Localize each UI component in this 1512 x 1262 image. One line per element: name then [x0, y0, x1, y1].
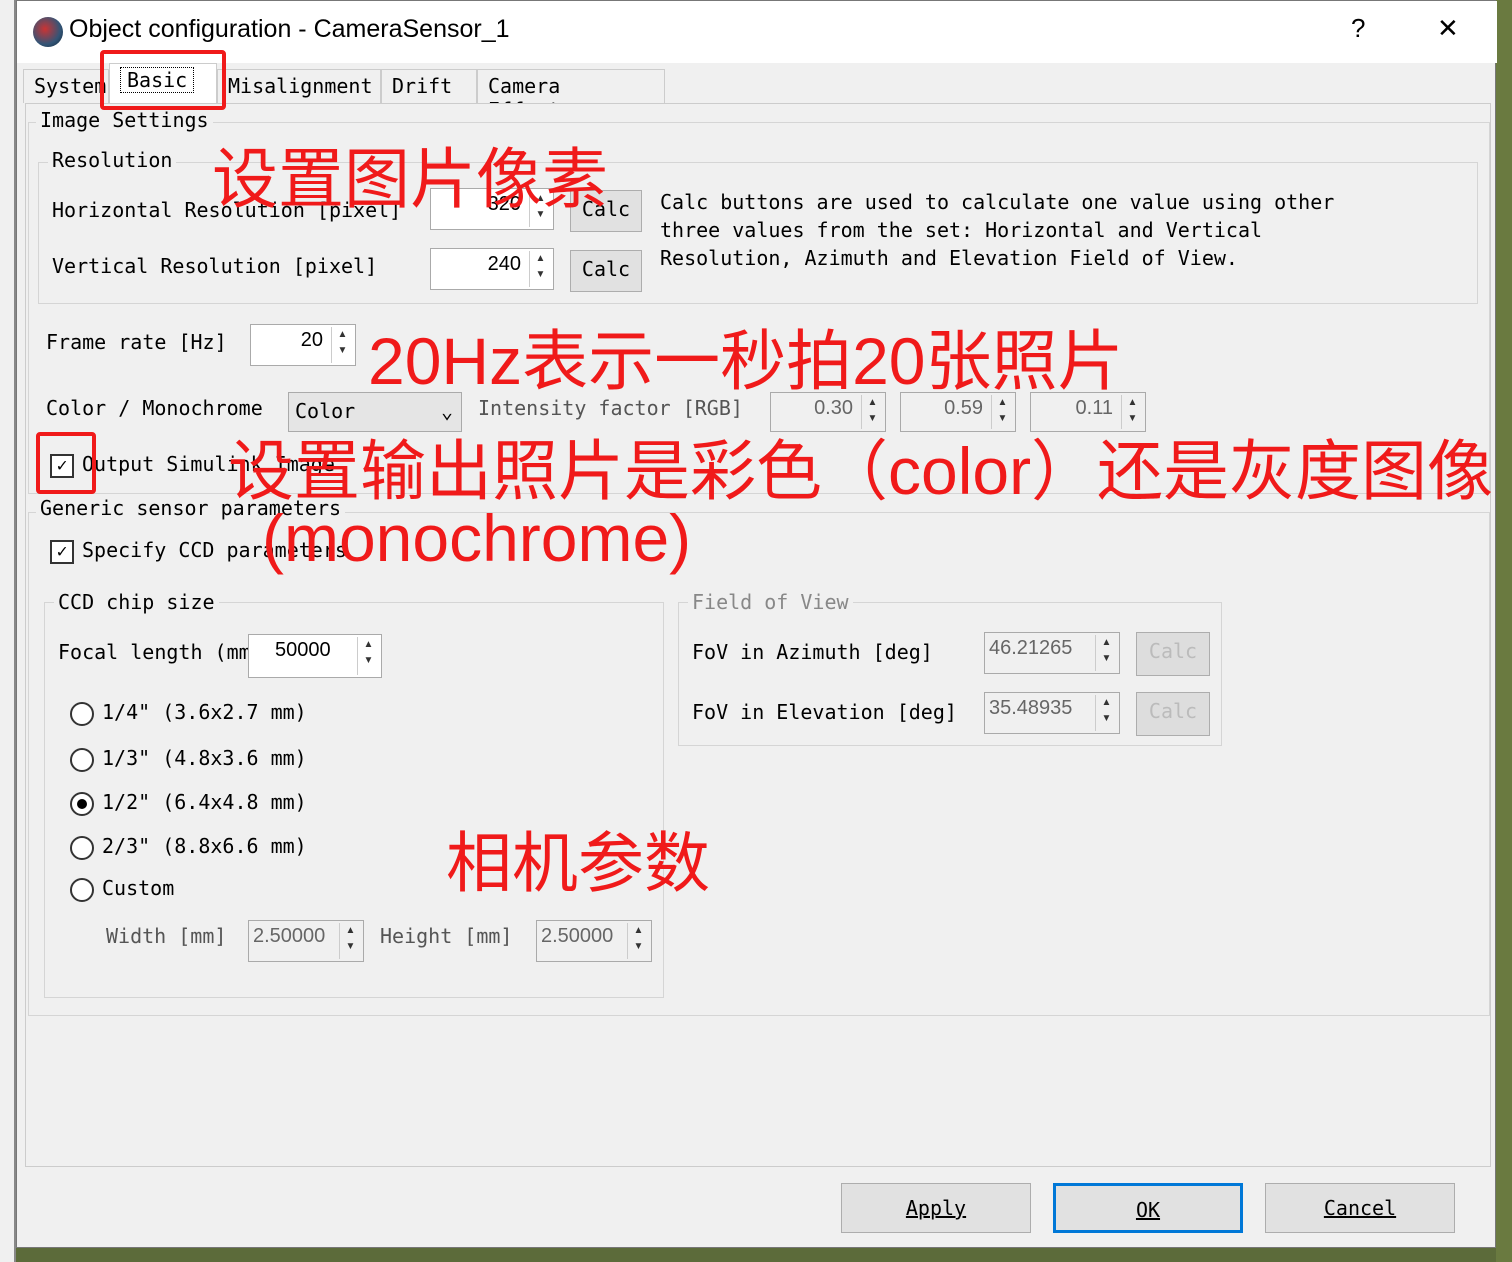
calc-help-text: Calc buttons are used to calculate one v… [660, 190, 1335, 270]
fov-elevation-input[interactable]: 35.48935 ▲ ▼ [984, 692, 1120, 734]
radio-half-inch[interactable] [70, 792, 94, 816]
v-resolution-value: 240 [487, 253, 521, 275]
spinner-arrows-icon[interactable]: ▲ ▼ [627, 923, 649, 959]
spinner-arrows-icon[interactable]: ▲ ▼ [1095, 635, 1117, 671]
radio-label: 2/3" (8.8x6.6 mm) [102, 834, 307, 858]
radio-two-thirds-inch[interactable] [70, 836, 94, 860]
tab-system[interactable]: System [23, 69, 109, 103]
annotation-camera-params: 相机参数 [446, 826, 710, 900]
apply-button[interactable]: Apply [841, 1183, 1031, 1233]
window-title: Object configuration - CameraSensor_1 [69, 15, 510, 43]
close-button[interactable]: ✕ [1437, 13, 1459, 44]
tab-misalignment[interactable]: Misalignment [217, 69, 381, 103]
width-value: 2.50000 [253, 925, 326, 947]
v-calc-button[interactable]: Calc [570, 250, 642, 292]
width-input[interactable]: 2.50000 ▲ ▼ [248, 920, 364, 962]
image-settings-label: Image Settings [36, 108, 213, 132]
v-resolution-label: Vertical Resolution [pixel] [52, 254, 378, 278]
tab-camera-effects[interactable]: Camera Effects [477, 69, 665, 122]
height-value: 2.50000 [541, 925, 614, 947]
frame-rate-input[interactable]: 20 ▲ ▼ [250, 324, 356, 366]
color-mono-label: Color / Monochrome [46, 396, 263, 420]
focal-length-value: 50000 [275, 639, 331, 661]
spinner-arrows-icon[interactable]: ▲ ▼ [357, 637, 379, 675]
specify-ccd-checkbox[interactable]: ✓ [50, 540, 74, 564]
frame-rate-label: Frame rate [Hz] [46, 330, 227, 354]
cancel-button[interactable]: Cancel [1265, 1183, 1455, 1233]
annotation-frame-rate: 20Hz表示一秒拍20张照片 [368, 324, 1124, 398]
v-resolution-input[interactable]: 240 ▲ ▼ [430, 248, 554, 290]
radio-label: 1/3" (4.8x3.6 mm) [102, 746, 307, 770]
fov-azimuth-value: 46.21265 [989, 637, 1073, 659]
resolution-label: Resolution [48, 148, 177, 172]
width-label: Width [mm] [106, 924, 227, 948]
frame-rate-value: 20 [300, 329, 323, 351]
height-label: Height [mm] [380, 924, 513, 948]
fov-azimuth-input[interactable]: 46.21265 ▲ ▼ [984, 632, 1120, 674]
spinner-arrows-icon[interactable]: ▲ ▼ [331, 327, 353, 363]
focal-length-input[interactable]: 50000 ▲ ▼ [248, 634, 382, 678]
basic-panel: Image Settings Resolution Horizontal Res… [25, 103, 1491, 1167]
fov-label: Field of View [688, 590, 853, 614]
fov-azimuth-calc-button[interactable]: Calc [1136, 632, 1210, 676]
help-button[interactable]: ? [1351, 13, 1365, 44]
radio-label: Custom [102, 876, 175, 900]
annotation-resolution: 设置图片像素 [212, 142, 608, 216]
annotation-box-basic-tab [100, 50, 226, 110]
height-input[interactable]: 2.50000 ▲ ▼ [536, 920, 652, 962]
background-window [0, 0, 16, 1262]
spinner-arrows-icon[interactable]: ▲ ▼ [529, 251, 551, 287]
background-scene [1496, 0, 1512, 1262]
fov-elevation-label: FoV in Elevation [deg] [692, 700, 957, 724]
tab-drift[interactable]: Drift [381, 69, 477, 103]
app-icon [33, 17, 63, 47]
fov-elevation-value: 35.48935 [989, 697, 1073, 719]
annotation-monochrome: (monochrome) [262, 501, 692, 575]
radio-quarter-inch[interactable] [70, 702, 94, 726]
annotation-box-output-checkbox [36, 432, 96, 494]
fov-azimuth-label: FoV in Azimuth [deg] [692, 640, 933, 664]
radio-custom[interactable] [70, 878, 94, 902]
spinner-arrows-icon[interactable]: ▲ ▼ [339, 923, 361, 959]
ok-button[interactable]: OK [1053, 1183, 1243, 1233]
ccd-chip-label: CCD chip size [54, 590, 219, 614]
radio-label: 1/2" (6.4x4.8 mm) [102, 790, 307, 814]
radio-label: 1/4" (3.6x2.7 mm) [102, 700, 307, 724]
radio-third-inch[interactable] [70, 748, 94, 772]
title-bar: Object configuration - CameraSensor_1 ? … [17, 1, 1497, 63]
fov-elevation-calc-button[interactable]: Calc [1136, 692, 1210, 736]
spinner-arrows-icon[interactable]: ▲ ▼ [1095, 695, 1117, 731]
focal-length-label: Focal length (mm) [58, 640, 263, 664]
